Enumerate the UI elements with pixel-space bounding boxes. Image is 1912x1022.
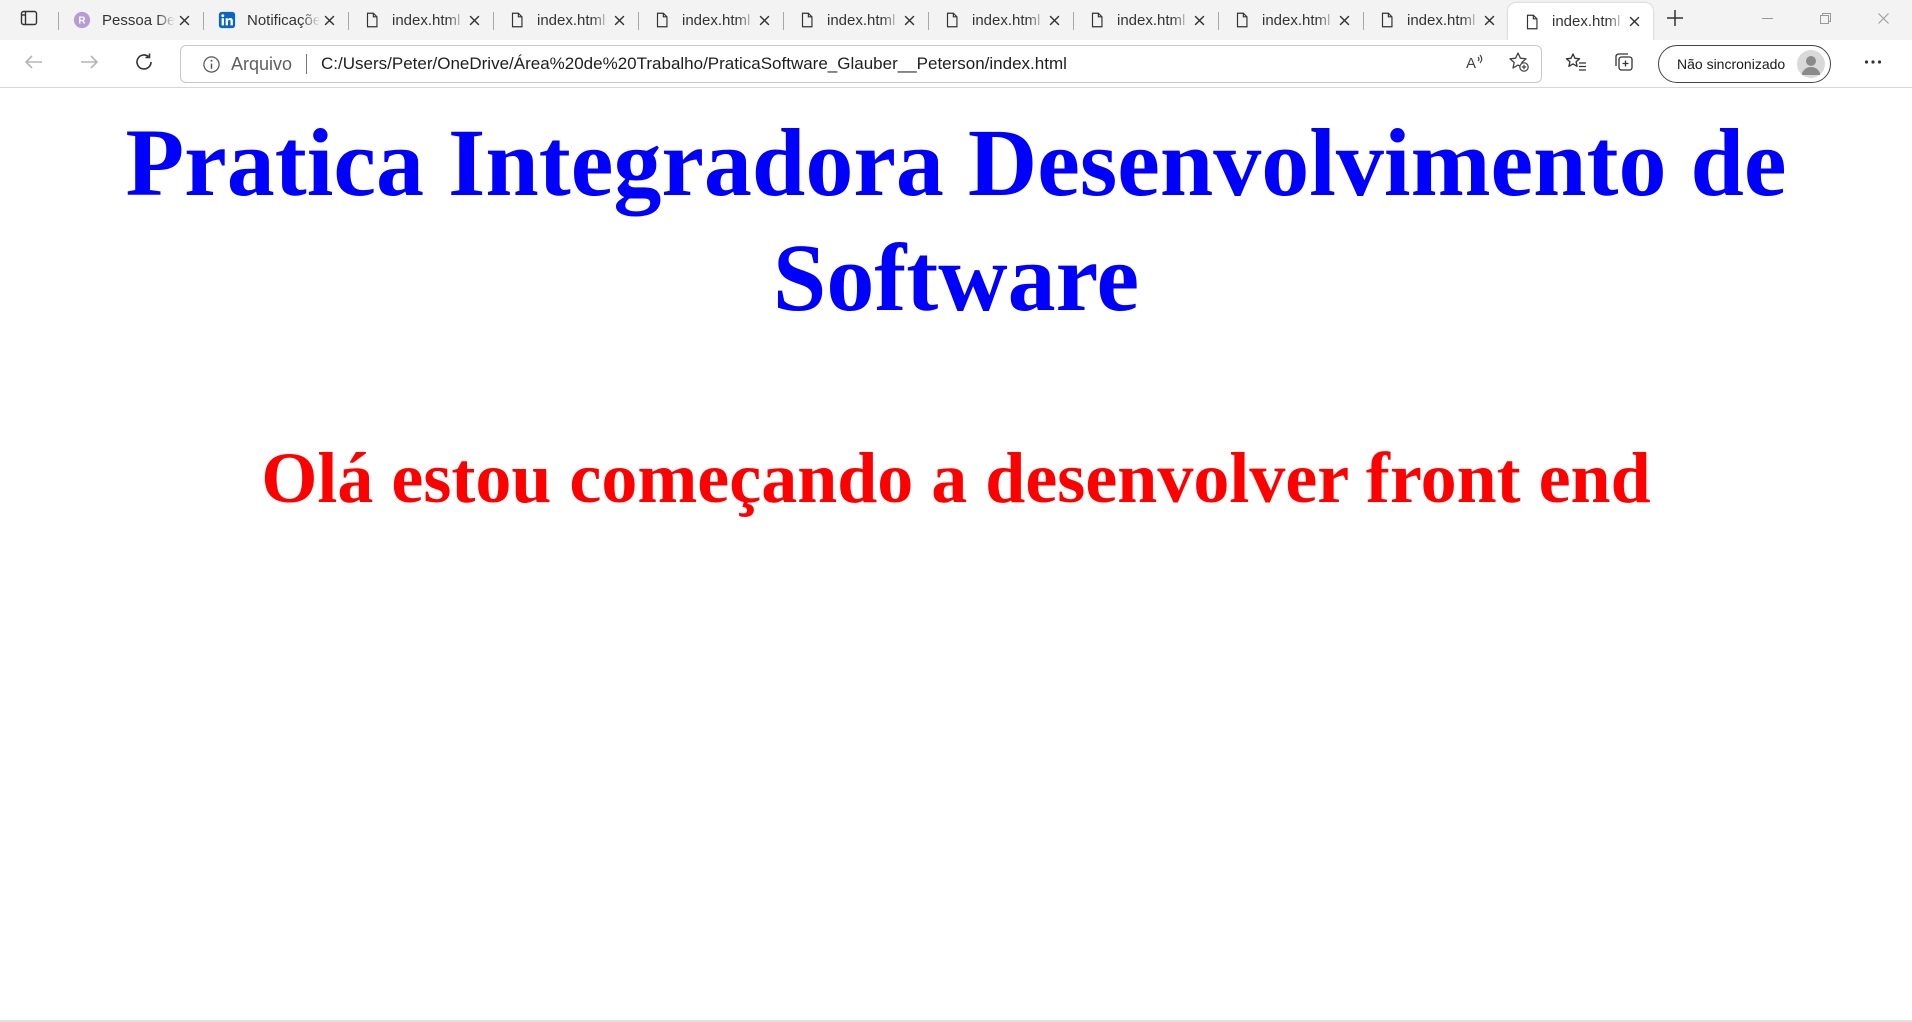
page-subheading: Olá estou começando a desenvolver front … <box>261 438 1651 518</box>
favorites-button[interactable] <box>1552 44 1600 84</box>
toolbar-right: Não sincronizado <box>1552 44 1897 84</box>
favorites-icon <box>1565 51 1587 78</box>
tab-close-icon[interactable] <box>1480 11 1498 29</box>
app-r-icon: R <box>72 10 92 30</box>
page-icon <box>1087 10 1107 30</box>
browser-toolbar: Arquivo C:/Users/Peter/OneDrive/Área%20d… <box>0 40 1912 88</box>
page-icon <box>1377 10 1397 30</box>
page-heading: Pratica Integradora Desenvolvimento de S… <box>125 109 1787 331</box>
tab-pessoa[interactable]: R Pessoa Desenvolvedora <box>58 3 203 37</box>
linkedin-icon <box>217 10 237 30</box>
avatar <box>1797 50 1826 78</box>
tab-close-icon[interactable] <box>320 11 338 29</box>
tab-actions-button[interactable] <box>0 0 58 40</box>
page-icon <box>797 10 817 30</box>
arrow-right-icon <box>78 51 100 78</box>
add-favorite-button[interactable] <box>1497 47 1541 81</box>
profile-button[interactable]: Não sincronizado <box>1658 45 1832 83</box>
tab-close-icon[interactable] <box>1190 11 1208 29</box>
tab-index-7[interactable]: index.html <box>1218 3 1363 37</box>
tab-close-icon[interactable] <box>755 11 773 29</box>
info-icon[interactable] <box>201 54 221 74</box>
tab-index-1[interactable]: index.html <box>348 3 493 37</box>
tab-title: index.html <box>1407 11 1476 29</box>
address-separator <box>306 54 308 74</box>
tab-close-icon[interactable] <box>465 11 483 29</box>
refresh-button[interactable] <box>120 44 168 84</box>
close-icon <box>1877 11 1889 29</box>
tab-index-8[interactable]: index.html <box>1363 3 1508 37</box>
more-horizontal-icon <box>1862 51 1884 78</box>
url-text[interactable]: C:/Users/Peter/OneDrive/Área%20de%20Trab… <box>321 54 1067 74</box>
read-aloud-icon: A <box>1464 51 1486 78</box>
page-icon <box>507 10 527 30</box>
tab-index-6[interactable]: index.html <box>1073 3 1218 37</box>
profile-label: Não sincronizado <box>1677 56 1786 72</box>
minimize-icon <box>1761 11 1773 29</box>
page-icon <box>942 10 962 30</box>
tab-title: index.html <box>827 11 896 29</box>
restore-button[interactable] <box>1796 0 1854 40</box>
arrow-left-icon <box>23 51 45 78</box>
tab-close-icon[interactable] <box>610 11 628 29</box>
page-content: Pratica Integradora Desenvolvimento de S… <box>0 89 1912 1022</box>
tab-actions-icon <box>19 8 39 33</box>
tab-strip: R Pessoa Desenvolvedora Notificações | L… <box>0 0 1912 40</box>
tab-title: index.html <box>1552 13 1621 30</box>
collections-button[interactable] <box>1600 44 1648 84</box>
svg-text:R: R <box>78 16 85 27</box>
address-actions: A <box>1453 47 1541 81</box>
tab-title: index.html <box>972 11 1041 29</box>
close-window-button[interactable] <box>1854 0 1912 40</box>
tab-title: index.html <box>1117 11 1186 29</box>
tab-index-5[interactable]: index.html <box>928 3 1073 37</box>
star-add-icon <box>1508 51 1530 78</box>
tab-linkedin[interactable]: Notificações | LinkedIn <box>203 3 348 37</box>
plus-icon <box>1666 9 1684 32</box>
page-icon <box>652 10 672 30</box>
new-tab-button[interactable] <box>1653 0 1697 40</box>
tab-close-icon[interactable] <box>900 11 918 29</box>
settings-more-button[interactable] <box>1849 44 1897 84</box>
scheme-label: Arquivo <box>231 53 293 74</box>
tab-index-4[interactable]: index.html <box>783 3 928 37</box>
tab-close-icon[interactable] <box>1625 13 1643 31</box>
read-aloud-button[interactable]: A <box>1453 47 1497 81</box>
tab-title: Notificações | LinkedIn <box>247 11 320 29</box>
refresh-icon <box>133 51 155 78</box>
back-button[interactable] <box>10 44 58 84</box>
tab-index-active[interactable]: index.html <box>1508 3 1653 40</box>
tab-title: index.html <box>682 11 751 29</box>
collections-icon <box>1613 51 1635 78</box>
restore-icon <box>1819 11 1831 29</box>
window-controls <box>1738 0 1912 40</box>
tab-close-icon[interactable] <box>175 11 193 29</box>
tab-title: Pessoa Desenvolvedora <box>102 11 175 29</box>
tab-close-icon[interactable] <box>1335 11 1353 29</box>
page-icon <box>1232 10 1252 30</box>
svg-text:A: A <box>1466 55 1476 72</box>
tab-index-3[interactable]: index.html <box>638 3 783 37</box>
page-icon <box>1522 12 1542 32</box>
page-icon <box>362 10 382 30</box>
tab-title: index.html <box>1262 11 1331 29</box>
tab-title: index.html <box>392 11 461 29</box>
tab-title: index.html <box>537 11 606 29</box>
forward-button[interactable] <box>65 44 113 84</box>
address-bar[interactable]: Arquivo C:/Users/Peter/OneDrive/Área%20d… <box>180 45 1542 83</box>
minimize-button[interactable] <box>1738 0 1796 40</box>
tab-close-icon[interactable] <box>1045 11 1063 29</box>
tab-index-2[interactable]: index.html <box>493 3 638 37</box>
